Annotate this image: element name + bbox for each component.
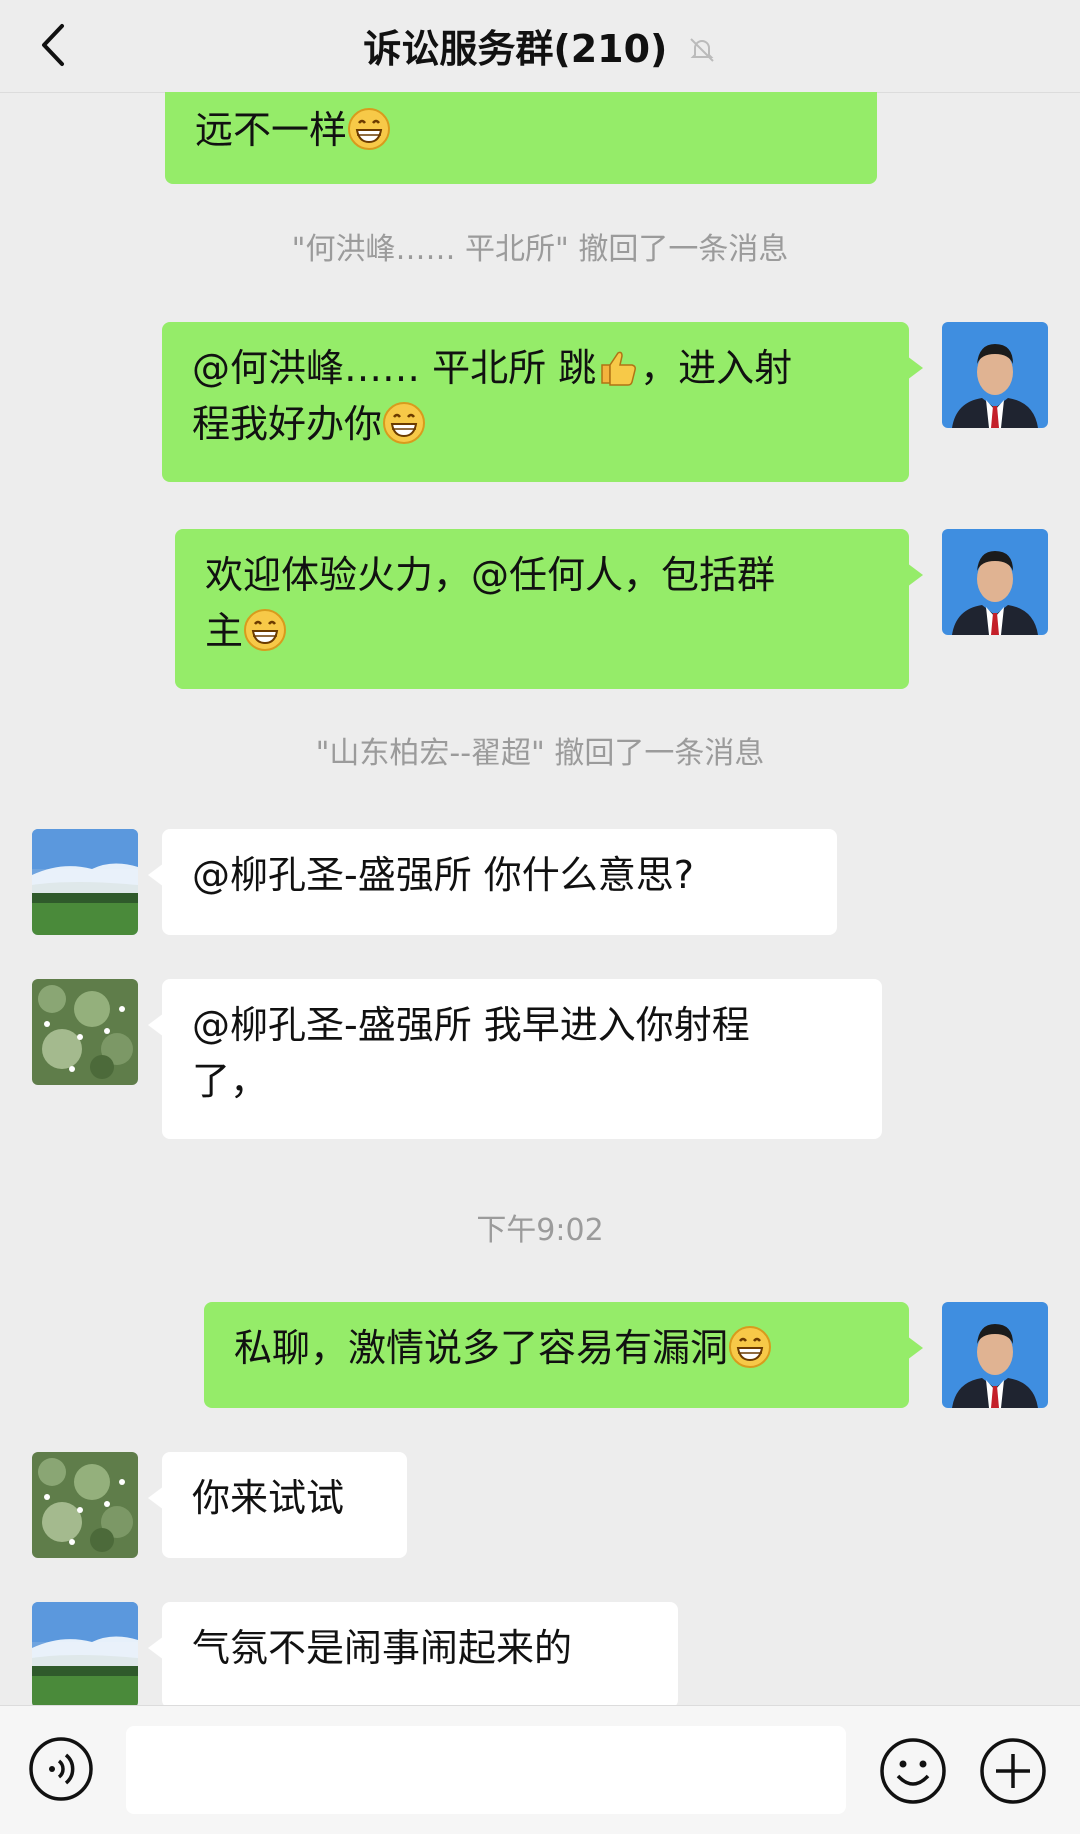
message-input[interactable]: [126, 1726, 846, 1814]
message-text: 私聊，激情说多了容易有漏洞: [234, 1326, 729, 1370]
incoming-message[interactable]: 气氛不是闹事闹起来的: [148, 1602, 678, 1705]
avatar[interactable]: [942, 529, 1048, 635]
system-message: "山东柏宏--翟超" 撤回了一条消息: [315, 736, 765, 771]
message-text: 程我好办你: [192, 402, 383, 446]
incoming-message[interactable]: @柳孔圣-盛强所 我早进入你射程 了，: [148, 979, 882, 1139]
plus-icon[interactable]: [978, 1736, 1048, 1806]
timestamp: 下午9:02: [476, 1213, 604, 1248]
avatar[interactable]: [32, 979, 138, 1085]
chat-header: 诉讼服务群(210): [0, 0, 1080, 93]
system-message: "何洪峰…… 平北所" 撤回了一条消息: [291, 232, 789, 267]
input-bar: [0, 1705, 1080, 1834]
message-text: 远不一样: [195, 108, 348, 152]
voice-icon[interactable]: [28, 1736, 94, 1802]
avatar[interactable]: [32, 1602, 138, 1705]
outgoing-message[interactable]: @何洪峰…… 平北所 跳 ，进入射 程我好办你: [162, 322, 923, 482]
outgoing-message[interactable]: 私聊，激情说多了容易有漏洞: [204, 1302, 923, 1408]
message-text: 你来试试: [192, 1476, 345, 1520]
incoming-message[interactable]: 你来试试: [148, 1452, 407, 1558]
message-text: 欢迎体验火力，@任何人，包括群: [205, 553, 776, 597]
thumbs-up-emoji-icon: [596, 345, 640, 389]
incoming-message[interactable]: @柳孔圣-盛强所 你什么意思?: [148, 829, 837, 935]
group-name: 诉讼服务群(210): [363, 27, 668, 71]
bell-muted-icon: [687, 30, 717, 74]
message-text: 气氛不是闹事闹起来的: [192, 1626, 573, 1670]
message-text: @柳孔圣-盛强所 你什么意思?: [192, 853, 694, 897]
grin-emoji-icon: [243, 608, 287, 652]
message-text: @何洪峰…… 平北所 跳: [192, 346, 597, 390]
chat-title: 诉讼服务群(210): [0, 18, 1080, 74]
outgoing-message[interactable]: 远不一样: [165, 92, 877, 184]
message-text: ，进入射: [640, 346, 793, 390]
outgoing-message[interactable]: 欢迎体验火力，@任何人，包括群 主: [175, 529, 923, 689]
grin-emoji-icon: [347, 107, 391, 151]
smiley-icon[interactable]: [878, 1736, 948, 1806]
message-text: 主: [205, 609, 244, 653]
message-text: 了，: [192, 1059, 269, 1103]
message-list[interactable]: 远不一样 "何洪峰…… 平北所" 撤回了一条消息 @何洪峰…… 平北所 跳 ，进入…: [0, 92, 1080, 1705]
grin-emoji-icon: [728, 1325, 772, 1369]
grin-emoji-icon: [382, 401, 426, 445]
avatar[interactable]: [942, 1302, 1048, 1408]
avatar[interactable]: [942, 322, 1048, 428]
avatar[interactable]: [32, 1452, 138, 1558]
avatar[interactable]: [32, 829, 138, 935]
message-text: @柳孔圣-盛强所 我早进入你射程: [192, 1003, 750, 1047]
